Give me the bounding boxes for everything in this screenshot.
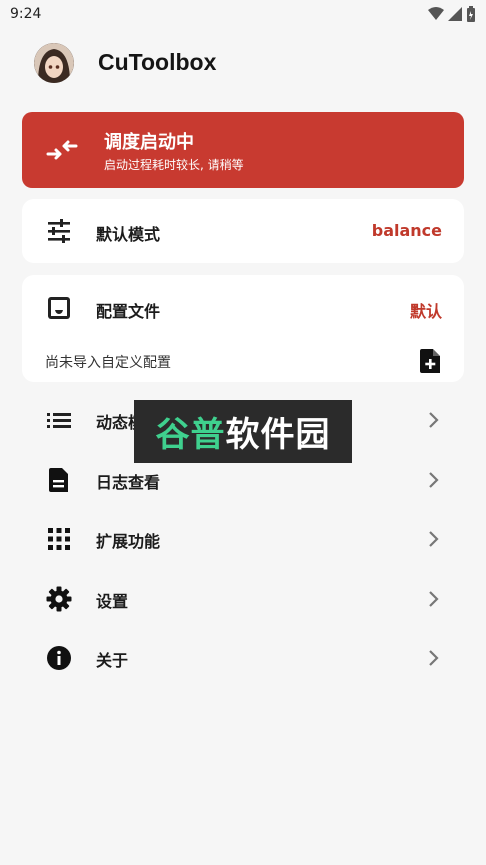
chevron-right-icon [429,472,439,488]
chevron-right-icon [429,412,439,428]
app-title: CuToolbox [98,49,217,75]
mode-label: 默认模式 [96,225,161,244]
gear-icon [46,586,72,612]
menu-label: 设置 [96,592,129,611]
list-icon [47,413,71,428]
info-icon [47,646,71,670]
watermark-logo: 谷普 软件园 [134,400,352,463]
config-file-card[interactable]: 配置文件 默认 尚未导入自定义配置 [22,275,464,382]
status-title: 调度启动中 [104,132,194,153]
watermark-part2: 软件园 [225,415,331,455]
battery-icon [467,6,475,22]
menu-label: 日志查看 [96,473,161,492]
default-mode-card[interactable]: 默认模式 balance [22,199,464,263]
menu-item-about[interactable]: 关于 [22,633,464,683]
menu-item-settings[interactable]: 设置 [22,574,464,624]
status-subtitle: 启动过程耗时较长, 请稍等 [104,158,244,172]
signal-icon [448,7,462,21]
apps-grid-icon [48,528,70,550]
config-label: 配置文件 [96,302,161,321]
status-icons [428,6,476,22]
menu-label: 扩展功能 [96,532,161,551]
watermark-part1: 谷普 [155,415,226,455]
chevron-right-icon [429,650,439,666]
note-add-icon[interactable] [420,349,440,373]
swap-arrows-icon [46,140,78,160]
wifi-icon [428,7,444,20]
menu-item-extensions[interactable]: 扩展功能 [22,514,464,564]
document-icon [49,468,68,492]
inbox-icon [48,297,70,319]
status-bar: 9:24 [0,0,486,28]
tune-sliders-icon [48,219,70,243]
mode-value: balance [371,221,442,240]
config-subtitle: 尚未导入自定义配置 [45,355,171,371]
menu-label: 关于 [96,651,129,670]
config-value: 默认 [409,302,442,321]
chevron-right-icon [429,531,439,547]
app-header: CuToolbox [0,40,486,90]
avatar[interactable] [34,43,74,83]
scheduler-status-card[interactable]: 调度启动中 启动过程耗时较长, 请稍等 [22,112,464,188]
status-time: 9:24 [10,6,42,22]
chevron-right-icon [429,591,439,607]
